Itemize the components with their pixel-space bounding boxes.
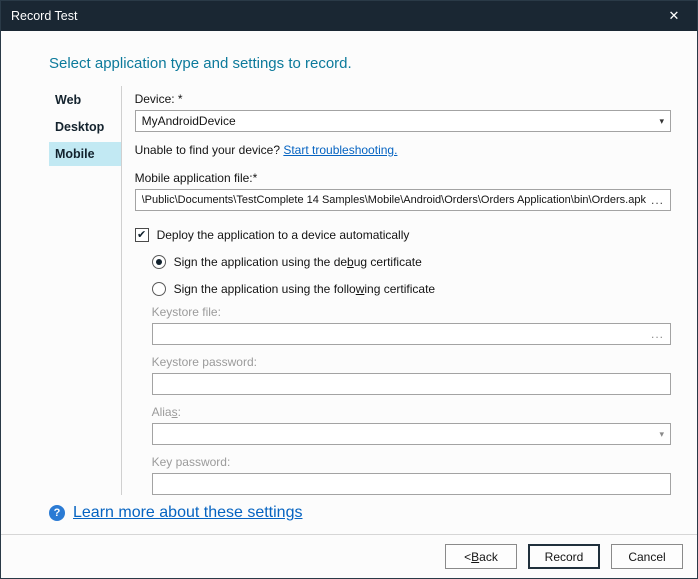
keystore-password-input[interactable] bbox=[152, 373, 671, 395]
troubleshooting-link[interactable]: Start troubleshooting. bbox=[283, 143, 397, 157]
dialog-heading: Select application type and settings to … bbox=[49, 55, 697, 72]
bottom-button-bar: < Back Record Cancel bbox=[1, 534, 697, 578]
mobile-file-input[interactable]: \Public\Documents\TestComplete 14 Sample… bbox=[135, 189, 671, 211]
device-value: MyAndroidDevice bbox=[142, 114, 654, 128]
deploy-checkbox-row[interactable]: ✔ Deploy the application to a device aut… bbox=[135, 228, 671, 242]
main-panel: Web Desktop Mobile Device: * MyAndroidDe… bbox=[49, 86, 671, 495]
key-password-input[interactable] bbox=[152, 473, 671, 495]
deploy-checkbox[interactable]: ✔ bbox=[135, 228, 149, 242]
close-icon: ✕ bbox=[669, 8, 680, 24]
browse-button[interactable]: ... bbox=[651, 193, 664, 207]
device-label: Device: * bbox=[135, 92, 671, 106]
sidebar-item-desktop[interactable]: Desktop bbox=[49, 115, 121, 139]
alias-combobox[interactable]: ▾ bbox=[152, 423, 671, 445]
record-test-dialog: Record Test ✕ Select application type an… bbox=[0, 0, 698, 579]
cancel-button[interactable]: Cancel bbox=[611, 544, 683, 569]
learn-more-link[interactable]: Learn more about these settings bbox=[73, 504, 302, 522]
help-icon: ? bbox=[49, 505, 65, 521]
debug-certificate-radio-row[interactable]: Sign the application using the debug cer… bbox=[152, 255, 671, 269]
following-certificate-radio-row[interactable]: Sign the application using the following… bbox=[152, 282, 671, 296]
deploy-checkbox-label: Deploy the application to a device autom… bbox=[157, 228, 410, 242]
help-row: ? Learn more about these settings bbox=[49, 504, 302, 522]
debug-certificate-radio[interactable] bbox=[152, 255, 166, 269]
title-bar: Record Test ✕ bbox=[1, 1, 697, 31]
keystore-file-input[interactable]: ... bbox=[152, 323, 671, 345]
following-certificate-radio[interactable] bbox=[152, 282, 166, 296]
debug-certificate-label: Sign the application using the debug cer… bbox=[174, 255, 422, 269]
settings-form: Device: * MyAndroidDevice ▾ Unable to fi… bbox=[122, 86, 671, 495]
back-button[interactable]: < Back bbox=[445, 544, 517, 569]
check-icon: ✔ bbox=[137, 230, 146, 241]
sidebar-item-mobile[interactable]: Mobile bbox=[49, 142, 121, 166]
close-button[interactable]: ✕ bbox=[651, 1, 697, 31]
chevron-down-icon[interactable]: ▾ bbox=[659, 429, 664, 440]
sidebar-item-web[interactable]: Web bbox=[49, 88, 121, 112]
following-certificate-label: Sign the application using the following… bbox=[174, 282, 436, 296]
record-button[interactable]: Record bbox=[528, 544, 600, 569]
alias-label: Alias: bbox=[152, 405, 671, 419]
mobile-file-value: \Public\Documents\TestComplete 14 Sample… bbox=[142, 194, 646, 206]
keystore-password-label: Keystore password: bbox=[152, 355, 671, 369]
chevron-down-icon[interactable]: ▾ bbox=[659, 116, 664, 127]
window-title: Record Test bbox=[11, 9, 77, 23]
mobile-file-label: Mobile application file:* bbox=[135, 171, 671, 185]
keystore-file-label: Keystore file: bbox=[152, 305, 671, 319]
certificate-settings-group: Keystore file: ... Keystore password: Al… bbox=[152, 305, 671, 495]
keystore-browse-button[interactable]: ... bbox=[651, 327, 664, 341]
app-type-list: Web Desktop Mobile bbox=[49, 86, 122, 495]
device-combobox[interactable]: MyAndroidDevice ▾ bbox=[135, 110, 671, 132]
key-password-label: Key password: bbox=[152, 455, 671, 469]
device-hint: Unable to find your device? Start troubl… bbox=[135, 143, 671, 157]
hint-text: Unable to find your device? bbox=[135, 143, 284, 157]
